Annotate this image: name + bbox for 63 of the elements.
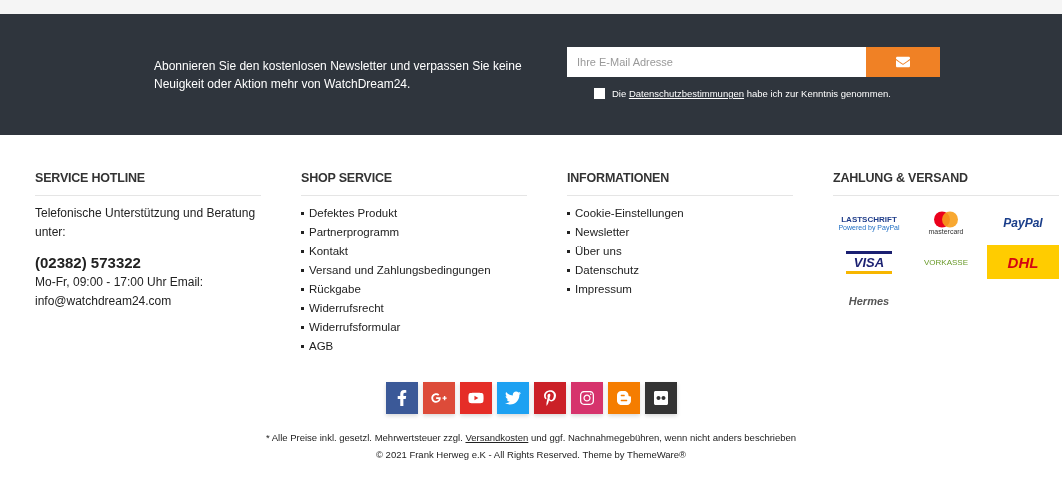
footer-link[interactable]: Partnerprogramm xyxy=(309,223,400,242)
consent-text: Die Datenschutzbestimmungen habe ich zur Kenntnis genommen. xyxy=(612,88,891,99)
footer-link[interactable]: Kontakt xyxy=(309,242,348,261)
shipping-link[interactable]: Versandkosten xyxy=(465,432,529,443)
bullet-icon xyxy=(301,269,304,272)
footer-link[interactable]: Newsletter xyxy=(575,223,630,242)
bullet-icon xyxy=(567,250,570,253)
footer-link[interactable]: Über uns xyxy=(575,242,622,261)
youtube-icon xyxy=(467,390,484,406)
footer-link[interactable]: Widerrufsformular xyxy=(309,318,401,337)
bullet-icon xyxy=(567,288,570,291)
opening-hours: Mo-Fr, 09:00 - 17:00 Uhr Email: xyxy=(35,274,205,291)
column-heading: INFORMATIONEN xyxy=(567,171,793,196)
paypal-logo: PayPal xyxy=(1002,215,1044,232)
email-field[interactable]: Ihre E-Mail Adresse xyxy=(567,47,866,77)
footer-link[interactable]: Datenschutz xyxy=(575,261,639,280)
price-note: * Alle Preise inkl. gesetzl. Mehrwertsteuer zzgl. Versandkosten und ggf. Nachnahmegebühren, wenn nicht anders beschrieben xyxy=(264,432,798,443)
bullet-icon xyxy=(301,288,304,291)
footer-link[interactable]: Impressum xyxy=(575,280,632,299)
bullet-icon xyxy=(567,269,570,272)
flickr-icon xyxy=(652,390,669,406)
footer-link[interactable]: Cookie-Einstellungen xyxy=(575,204,684,223)
hotline-text: Telefonische Unterstützung und Beratung unter: xyxy=(35,205,257,241)
bullet-icon xyxy=(301,212,304,215)
pinterest-button[interactable] xyxy=(533,382,566,414)
facebook-button[interactable] xyxy=(385,382,418,414)
newsletter-text: Abonnieren Sie den kostenlosen Newsletter und verpassen Sie keine Neuigkeit oder Aktion mehr von WatchDream24. xyxy=(154,58,523,93)
twitter-button[interactable] xyxy=(496,382,529,414)
bullet-icon xyxy=(567,231,570,234)
dhl-logo: DHL xyxy=(987,245,1059,279)
copyright-text: © 2021 Frank Herweg e.K - All Rights Reserved. Theme by ThemeWare® xyxy=(374,449,687,460)
googleplus-button[interactable] xyxy=(422,382,455,414)
blogger-icon xyxy=(615,390,632,406)
email-address: info@watchdream24.com xyxy=(35,293,173,310)
bullet-icon xyxy=(301,307,304,310)
bullet-icon xyxy=(301,326,304,329)
visa-logo: VISA xyxy=(833,245,905,279)
footer-link[interactable]: Rückgabe xyxy=(309,280,361,299)
instagram-button[interactable] xyxy=(570,382,603,414)
footer-link[interactable]: Defektes Produkt xyxy=(309,204,398,223)
subscribe-button[interactable] xyxy=(866,47,940,77)
instagram-icon xyxy=(578,390,595,406)
googleplus-icon xyxy=(430,390,447,406)
flickr-button[interactable] xyxy=(644,382,677,414)
twitter-icon xyxy=(504,390,521,406)
column-heading: SHOP SERVICE xyxy=(301,171,527,196)
envelope-icon xyxy=(896,55,910,69)
bullet-icon xyxy=(301,231,304,234)
pinterest-icon xyxy=(541,390,558,406)
phone-number: (02382) 573322 xyxy=(35,253,142,273)
vorkasse-logo: VORKASSE xyxy=(923,256,969,269)
youtube-button[interactable] xyxy=(459,382,492,414)
footer-link[interactable]: Versand und Zahlungsbedingungen xyxy=(309,261,491,280)
footer-link[interactable]: AGB xyxy=(309,337,334,356)
column-heading: SERVICE HOTLINE xyxy=(35,171,261,196)
bullet-icon xyxy=(301,250,304,253)
hermes-logo: Hermes xyxy=(847,294,891,309)
bullet-icon xyxy=(301,345,304,348)
consent-checkbox[interactable] xyxy=(594,88,605,99)
footer-link[interactable]: Widerrufsrecht xyxy=(309,299,384,318)
privacy-link[interactable]: Datenschutzbestimmungen xyxy=(628,88,745,99)
bullet-icon xyxy=(567,212,570,215)
column-heading: ZAHLUNG & VERSAND xyxy=(833,171,1059,196)
